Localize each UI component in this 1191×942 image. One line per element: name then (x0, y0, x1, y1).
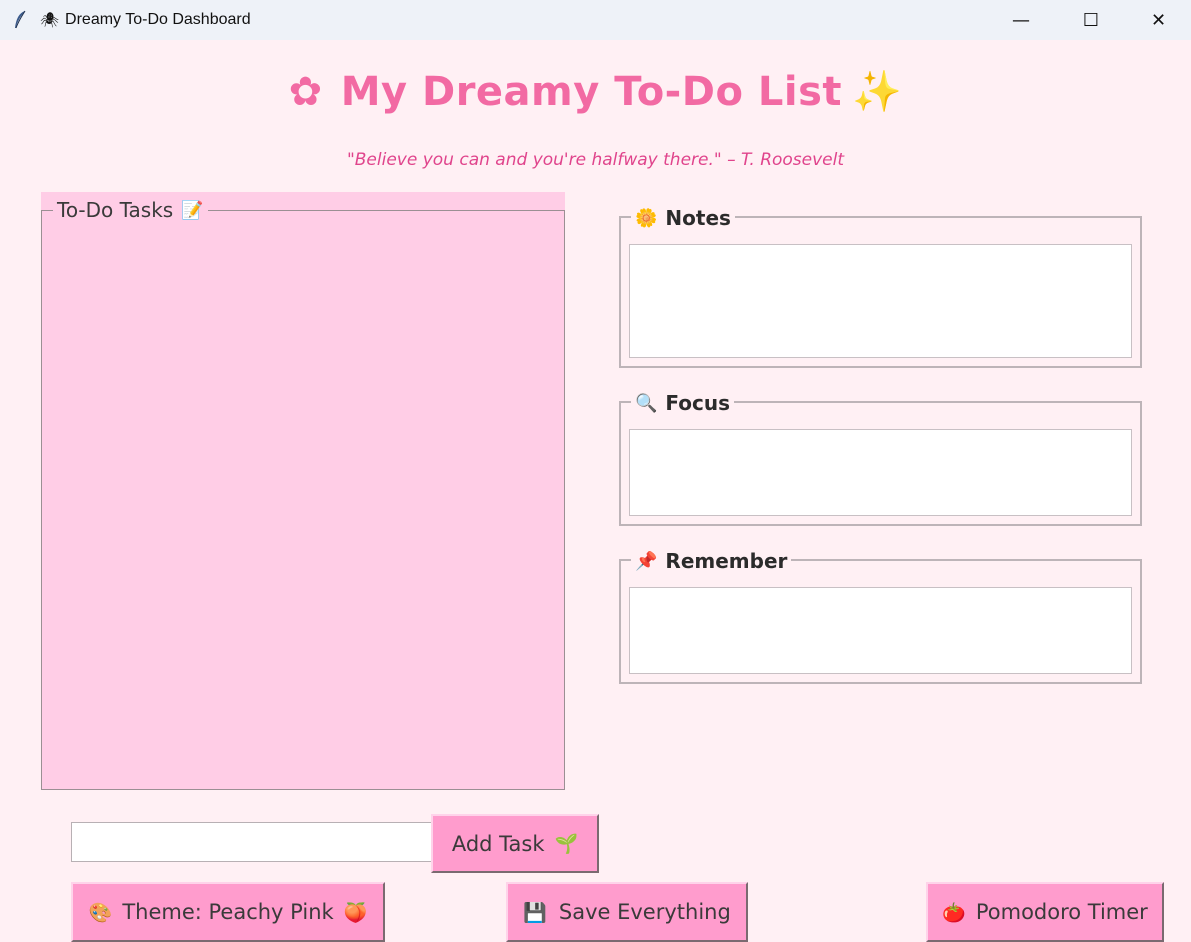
remember-panel: 📌 Remember (619, 543, 1142, 684)
seedling-icon: 🌱 (554, 833, 579, 855)
notes-textarea[interactable] (629, 244, 1132, 358)
notes-label-text: Notes (665, 206, 731, 230)
window-titlebar: 🕷 Dreamy To-Do Dashboard — ☐ ✕ (0, 0, 1191, 40)
sparkle-icon: ✨ (852, 69, 903, 115)
theme-button[interactable]: 🎨 Theme: Peachy Pink 🍑 (71, 882, 385, 942)
tomato-icon: 🍅 (942, 901, 966, 924)
focus-label-text: Focus (665, 391, 731, 415)
remember-label-text: Remember (665, 549, 788, 573)
memo-icon: 📝 (181, 199, 204, 221)
blossom-icon: 🌼 (635, 207, 658, 229)
magnifier-icon: 🔍 (635, 392, 658, 414)
pushpin-icon: 📌 (635, 550, 658, 572)
add-task-label: Add Task (451, 831, 545, 856)
focus-label: 🔍 Focus (631, 391, 735, 415)
peach-icon: 🍑 (343, 901, 368, 924)
tasks-frame-label: To-Do Tasks 📝 (53, 198, 208, 222)
palette-icon: 🎨 (88, 901, 113, 924)
focus-panel: 🔍 Focus (619, 385, 1142, 526)
save-label: Save Everything (558, 900, 731, 924)
feather-icon (10, 10, 30, 30)
add-task-button[interactable]: Add Task 🌱 (431, 814, 599, 873)
task-input[interactable] (71, 822, 433, 862)
close-button[interactable]: ✕ (1126, 0, 1191, 40)
focus-textarea[interactable] (629, 429, 1132, 516)
bug-icon: 🕷 (40, 11, 60, 29)
pomodoro-timer-button[interactable]: 🍅 Pomodoro Timer (926, 882, 1164, 942)
maximize-button[interactable]: ☐ (1056, 0, 1126, 40)
remember-textarea[interactable] (629, 587, 1132, 674)
tasks-frame: To-Do Tasks 📝 (41, 192, 565, 790)
window-title: Dreamy To-Do Dashboard (65, 11, 251, 28)
flower-icon: ✿ (288, 69, 323, 115)
theme-label: Theme: Peachy Pink (122, 900, 334, 924)
floppy-disk-icon: 💾 (523, 901, 547, 924)
save-everything-button[interactable]: 💾 Save Everything (506, 882, 748, 942)
minimize-button[interactable]: — (986, 0, 1056, 40)
tasks-label-text: To-Do Tasks (57, 198, 174, 222)
notes-panel: 🌼 Notes (619, 200, 1142, 368)
page-title-text: My Dreamy To-Do List (340, 69, 843, 115)
remember-label: 📌 Remember (631, 549, 792, 573)
pomodoro-label: Pomodoro Timer (975, 900, 1148, 924)
motivational-quote: "Believe you can and you're halfway ther… (346, 150, 845, 170)
page-title: ✿ My Dreamy To-Do List ✨ (0, 68, 1191, 115)
notes-label: 🌼 Notes (631, 206, 735, 230)
task-list[interactable] (41, 210, 565, 790)
